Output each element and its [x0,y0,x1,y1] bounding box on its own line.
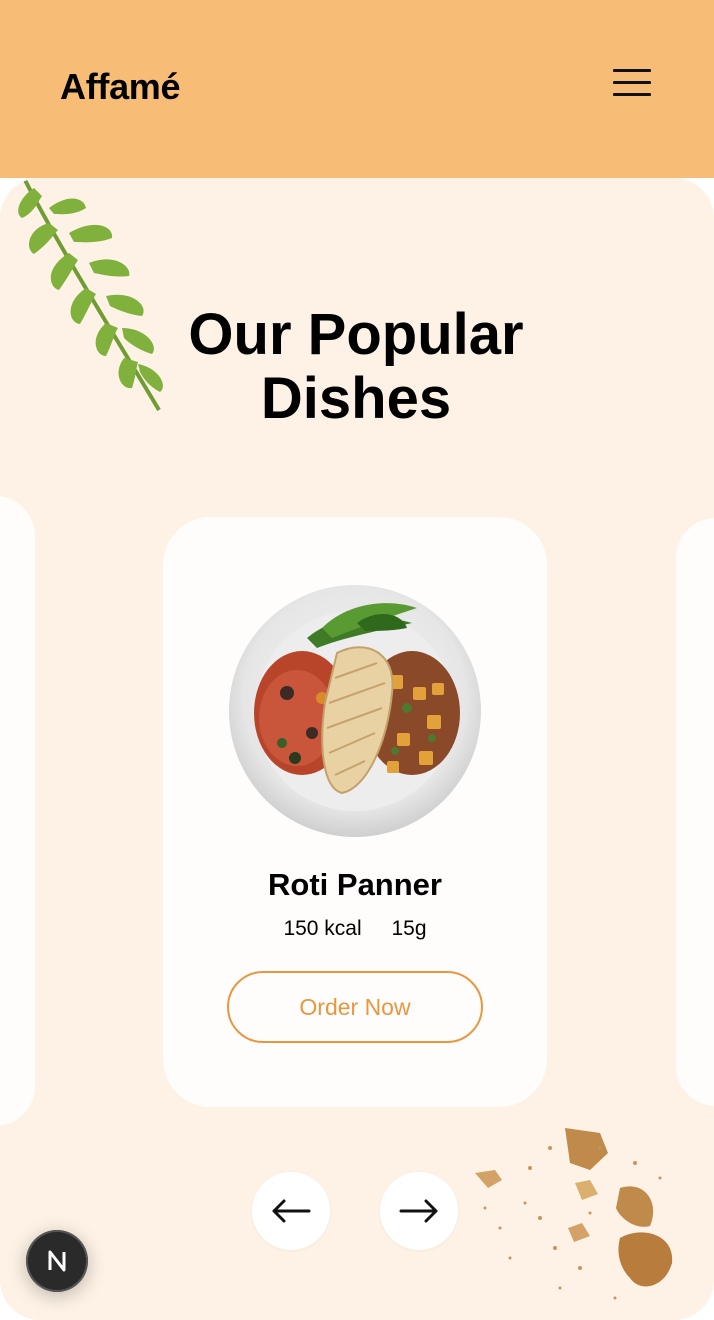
cookie-crumbs-decoration [475,1128,673,1300]
hamburger-menu-icon [613,69,651,72]
site-header: Affamé [0,0,714,178]
arrow-left-icon [272,1199,311,1223]
carousel-card-next[interactable] [676,518,714,1106]
dish-card: Roti Panner 150 kcal 15g Order Now [163,517,547,1107]
hamburger-line [613,93,651,96]
hamburger-menu-button[interactable] [604,62,658,104]
carousel-card-previous[interactable] [0,496,35,1126]
order-now-button[interactable]: Order Now [227,971,483,1043]
hamburger-line [613,81,651,84]
dish-calories: 150 kcal [283,917,362,940]
dish-image [229,585,481,837]
section-title-line2: Dishes [260,366,452,431]
nextjs-dev-badge[interactable] [26,1230,88,1292]
dish-name: Roti Panner [268,867,442,902]
dish-nutrition: 150 kcal 15g [163,917,547,941]
logo[interactable]: Affamé [60,66,181,108]
section-title: Our Popular Dishes [140,303,572,431]
dish-protein: 15g [391,917,427,940]
section-title-line1: Our Popular [188,302,524,367]
arrow-right-icon [399,1199,438,1223]
carousel-prev-button[interactable] [252,1172,330,1250]
popular-dishes-section: Our Popular Dishes Roti Panner 150 kcal … [0,178,714,1320]
nextjs-badge-icon [48,1250,66,1272]
